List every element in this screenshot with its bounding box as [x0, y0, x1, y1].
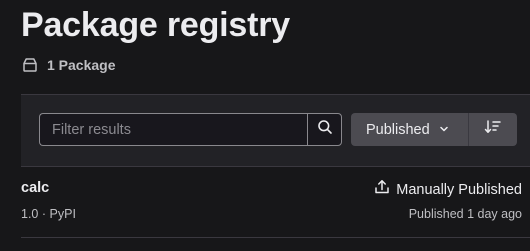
- package-status-label: Manually Published: [396, 181, 522, 198]
- meta-separator: ·: [41, 207, 47, 221]
- package-published-time: Published 1 day ago: [408, 207, 522, 221]
- sort-lowest-icon: [484, 119, 502, 140]
- chevron-down-icon: [439, 121, 449, 139]
- sort-direction-button[interactable]: [469, 113, 517, 146]
- package-count: 1 Package: [22, 55, 116, 75]
- package-status: Manually Published: [374, 179, 522, 200]
- search-icon: [317, 119, 333, 140]
- sort-group: Published: [351, 113, 517, 146]
- package-name-link[interactable]: calc: [21, 180, 49, 196]
- search-group: [39, 113, 342, 146]
- package-count-label: 1 Package: [47, 57, 116, 73]
- page-title: Package registry: [21, 6, 290, 44]
- package-row: calc 1.0 · PyPI Manually Published Publi…: [21, 166, 530, 238]
- filter-results-input[interactable]: [39, 113, 307, 146]
- upload-icon: [374, 179, 390, 200]
- package-registry-page: Package registry 1 Package Filter result…: [0, 0, 530, 251]
- filter-bar: Published: [21, 94, 530, 167]
- package-meta: 1.0 · PyPI: [21, 207, 76, 221]
- package-type: PyPI: [49, 207, 76, 221]
- sort-by-label: Published: [366, 121, 430, 138]
- package-version: 1.0: [21, 207, 39, 221]
- sort-by-dropdown[interactable]: Published: [351, 113, 468, 146]
- search-button[interactable]: [307, 113, 342, 146]
- package-icon: [22, 57, 38, 73]
